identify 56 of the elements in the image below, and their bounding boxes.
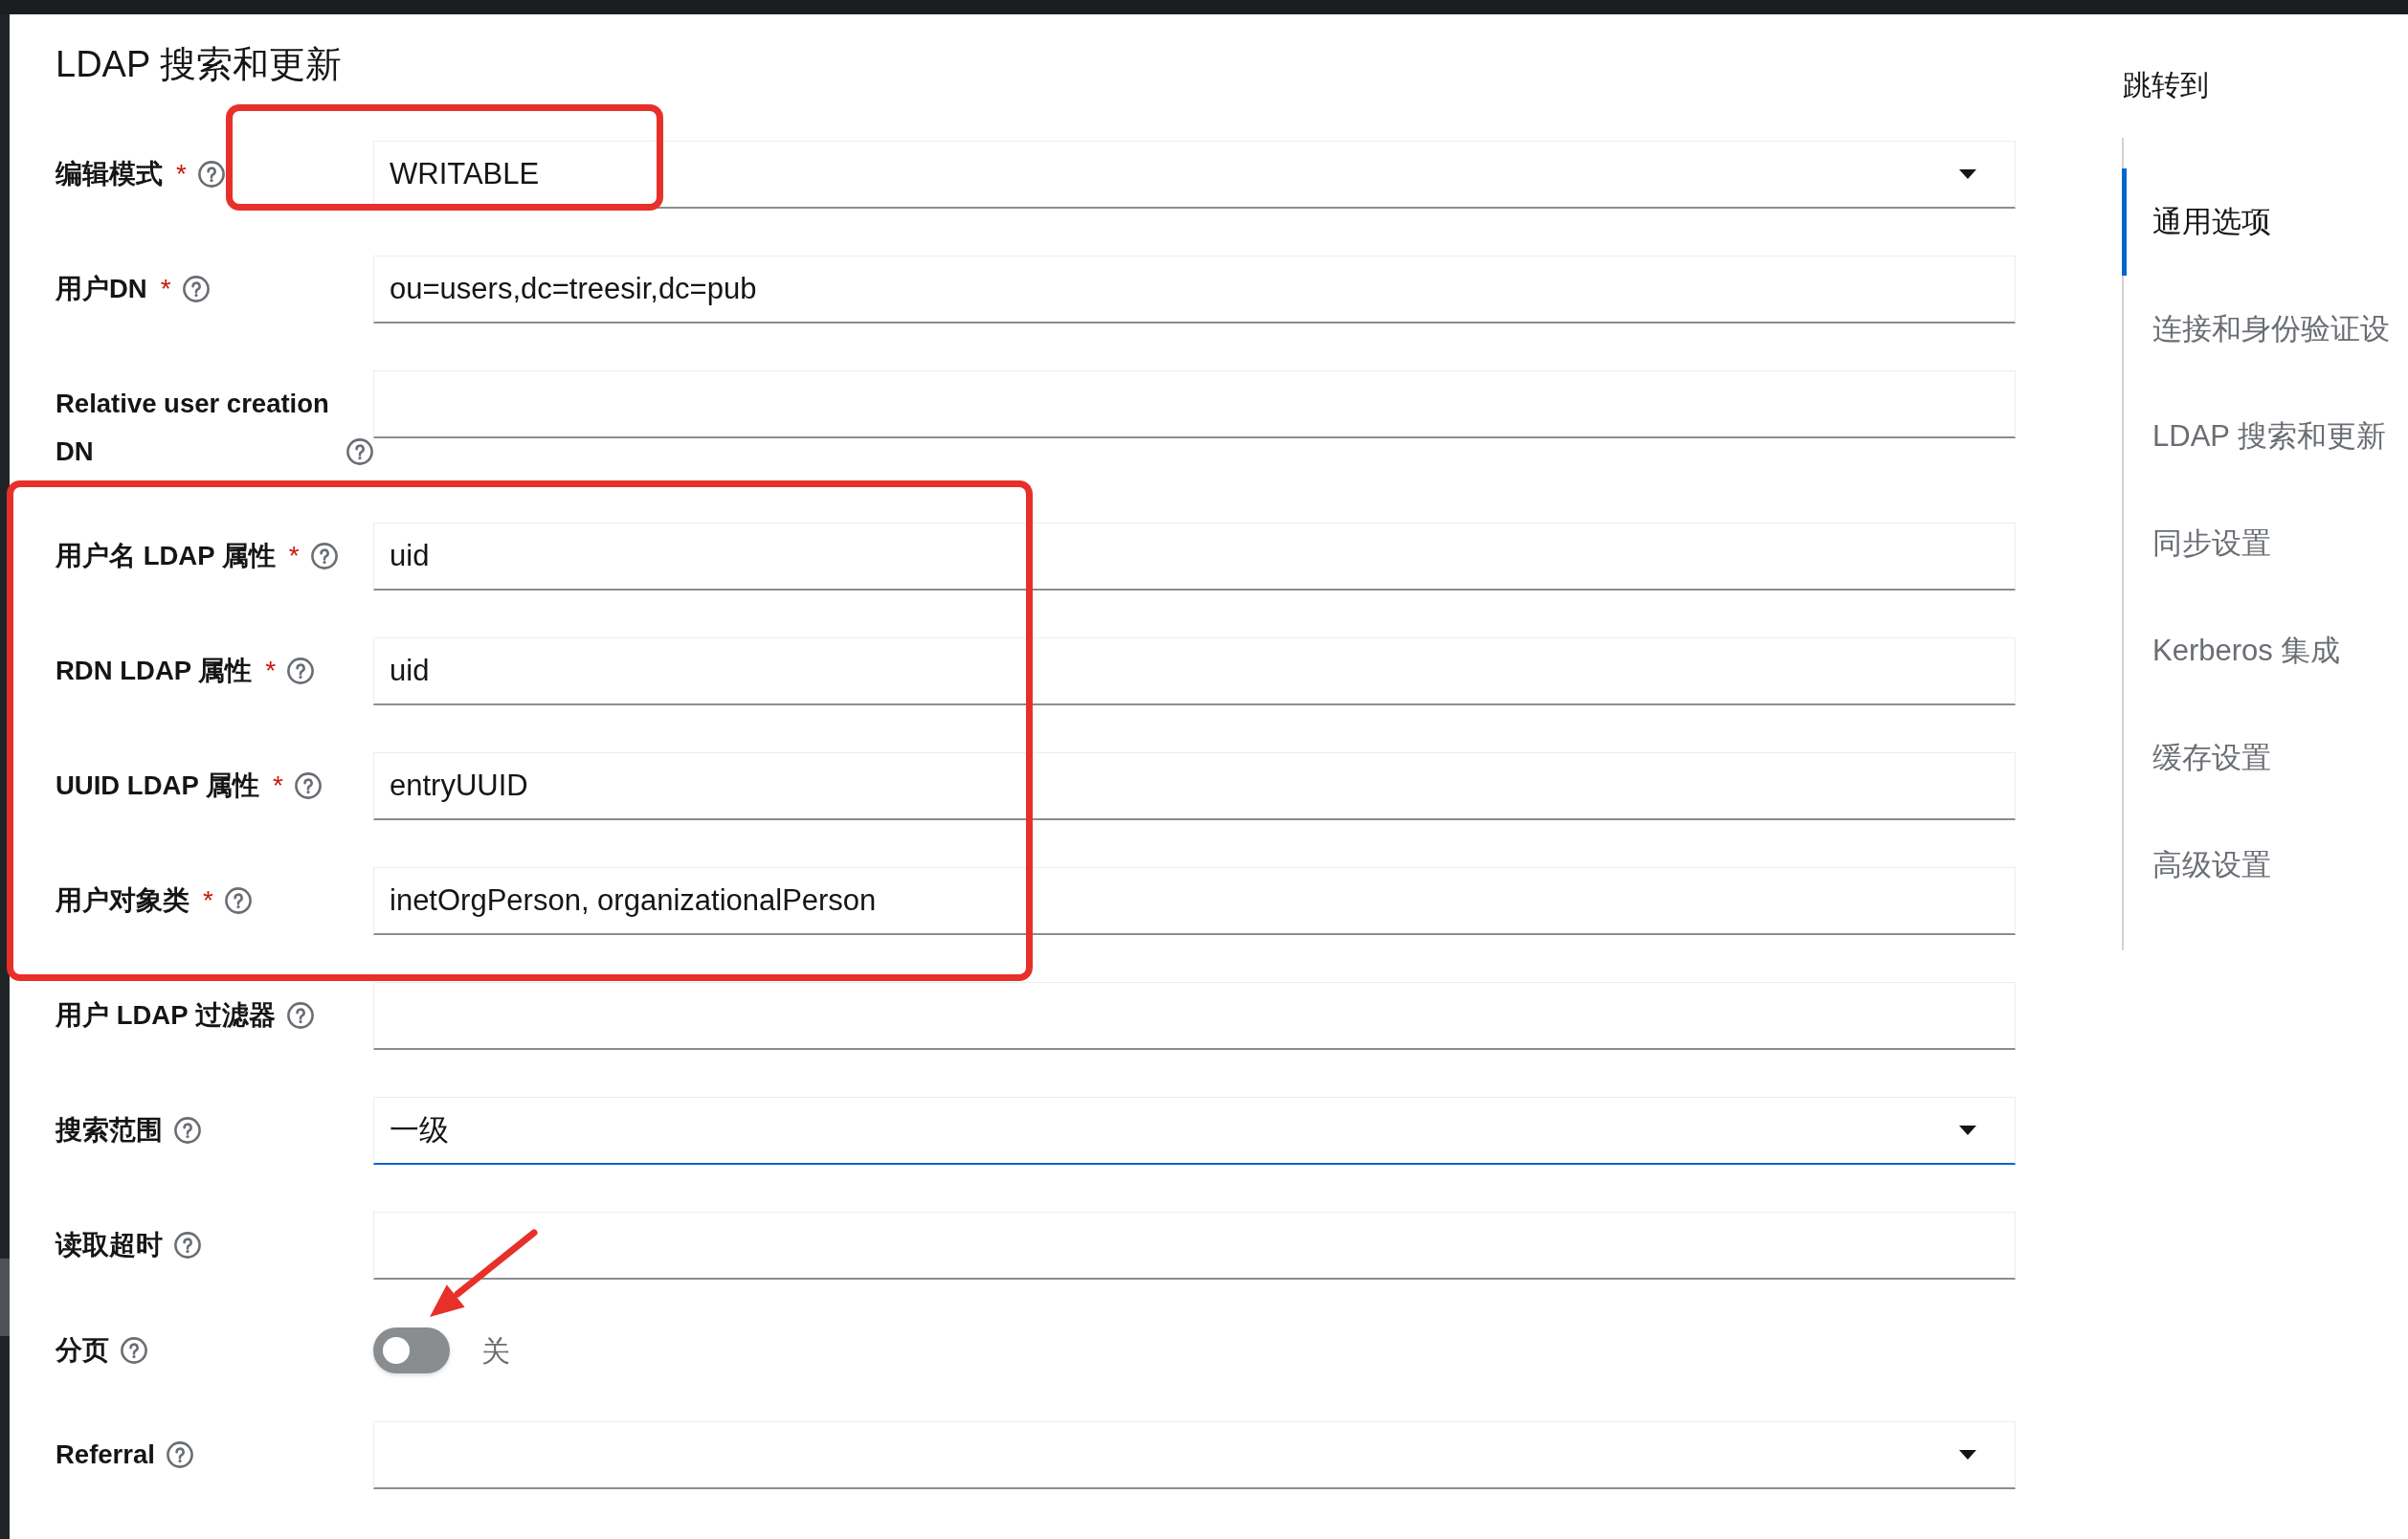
switch-state-label: 关 (481, 1333, 510, 1369)
field-label: UUID LDAP 属性 (56, 770, 259, 802)
text-field[interactable] (373, 982, 2016, 1050)
required-mark: * (176, 158, 187, 190)
help-icon[interactable] (287, 658, 315, 684)
text-field[interactable]: ou=users,dc=treesir,dc=pub (373, 256, 2016, 323)
help-icon[interactable] (174, 1117, 201, 1144)
help-icon[interactable] (182, 276, 210, 302)
section-title: LDAP 搜索和更新 (56, 43, 343, 86)
caret-down-icon (1959, 169, 1976, 179)
help-icon[interactable] (310, 543, 338, 569)
dropdown[interactable] (373, 1421, 2016, 1489)
required-mark: * (272, 770, 283, 802)
required-mark: * (288, 540, 300, 572)
field-label: Relative user creation DN (56, 388, 330, 468)
jump-nav-title: 跳转到 (2123, 67, 2209, 102)
jump-link[interactable]: 高级设置 (2122, 812, 2408, 919)
jump-link[interactable]: LDAP 搜索和更新 (2122, 383, 2408, 490)
jump-link[interactable]: 同步设置 (2122, 490, 2408, 597)
toggle-knob (383, 1337, 410, 1364)
field-label: Referral (56, 1439, 155, 1471)
field-label: 用户 LDAP 过滤器 (56, 999, 276, 1032)
dropdown[interactable]: WRITABLE (373, 141, 2016, 209)
text-field[interactable]: uid (373, 637, 2016, 705)
jump-link[interactable]: 连接和身份验证设 (2122, 276, 2408, 383)
help-icon[interactable] (346, 438, 373, 465)
field-label: 读取超时 (56, 1229, 163, 1261)
field-label: 分页 (56, 1334, 109, 1367)
jump-link[interactable]: 缓存设置 (2122, 704, 2408, 812)
help-icon[interactable] (294, 772, 322, 799)
field-label: 编辑模式 (56, 158, 163, 190)
help-icon[interactable] (286, 1002, 314, 1029)
jump-link[interactable]: 通用选项 (2122, 168, 2408, 276)
text-field[interactable] (373, 1212, 2016, 1280)
field-label: RDN LDAP 属性 (56, 655, 253, 687)
field-label: 用户对象类 (56, 884, 190, 917)
toggle-switch[interactable] (373, 1327, 450, 1373)
jump-link[interactable]: Kerberos 集成 (2122, 597, 2408, 704)
help-icon[interactable] (121, 1337, 147, 1364)
required-mark: * (265, 655, 277, 687)
help-icon[interactable] (224, 887, 252, 914)
help-icon[interactable] (166, 1441, 193, 1468)
required-mark: * (203, 884, 213, 917)
text-field[interactable]: inetOrgPerson, organizationalPerson (373, 867, 2016, 935)
text-field[interactable]: uid (373, 523, 2016, 591)
help-icon[interactable] (197, 161, 225, 188)
caret-down-icon (1959, 1126, 1976, 1135)
dropdown[interactable]: 一级 (373, 1097, 2016, 1165)
required-mark: * (160, 273, 171, 305)
field-label: 用户DN (56, 273, 147, 305)
text-field[interactable]: entryUUID (373, 752, 2016, 820)
field-label: 用户名 LDAP 属性 (56, 540, 276, 572)
caret-down-icon (1959, 1450, 1976, 1460)
help-icon[interactable] (174, 1232, 201, 1259)
text-field[interactable] (373, 370, 2016, 438)
field-label: 搜索范围 (56, 1114, 163, 1147)
